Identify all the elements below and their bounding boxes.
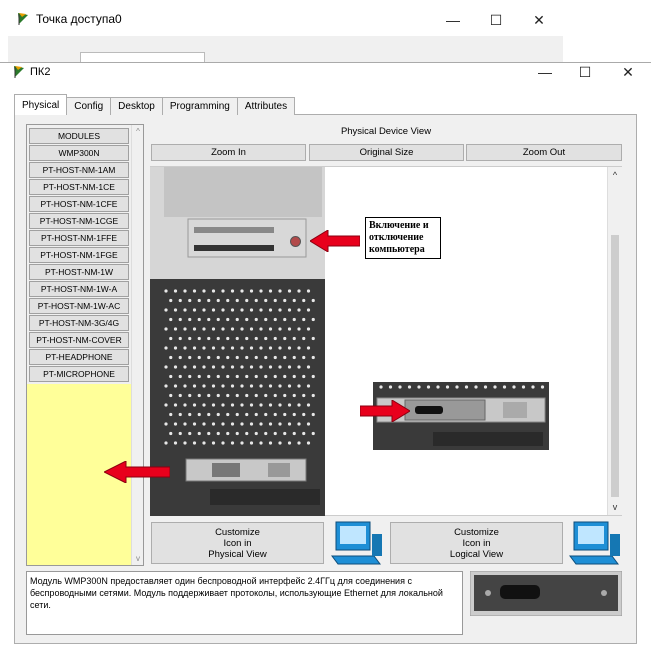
module-description: Модуль WMP300N предоставляет один беспро… — [26, 571, 463, 635]
minimize-button[interactable]: — — [535, 64, 555, 80]
module-item[interactable]: PT-HOST-NM-1CGE — [29, 213, 129, 229]
customize-physical-line: Customize — [215, 527, 260, 538]
window-title-bar: ПК2 — [12, 65, 50, 79]
back-window-tab — [80, 52, 205, 62]
scroll-up-icon[interactable]: ^ — [608, 170, 622, 180]
power-arrow — [310, 230, 360, 252]
modules-items: MODULES WMP300N PT-HOST-NM-1AM PT-HOST-N… — [27, 125, 131, 384]
customize-logical-button[interactable]: Customize Icon in Logical View — [390, 522, 563, 564]
tab-attributes[interactable]: Attributes — [236, 97, 296, 115]
module-item[interactable]: PT-HEADPHONE — [29, 349, 129, 365]
module-item[interactable]: PT-HOST-NM-1W-AC — [29, 298, 129, 314]
packet-tracer-icon — [12, 65, 26, 79]
tab-physical[interactable]: Physical — [14, 94, 68, 115]
modules-list: MODULES WMP300N PT-HOST-NM-1AM PT-HOST-N… — [26, 124, 144, 566]
module-item[interactable]: PT-HOST-NM-1FFE — [29, 230, 129, 246]
device-view-scrollbar[interactable]: ^ v — [607, 167, 622, 515]
scroll-up-icon[interactable]: ^ — [132, 127, 143, 136]
maximize-button[interactable]: ☐ — [575, 64, 595, 80]
scroll-down-icon[interactable]: v — [132, 554, 143, 563]
module-item[interactable]: PT-HOST-NM-1W-A — [29, 281, 129, 297]
module-item[interactable]: PT-HOST-NM-3G/4G — [29, 315, 129, 331]
pc-case-image — [150, 167, 325, 516]
customize-physical-button[interactable]: Customize Icon in Physical View — [151, 522, 324, 564]
back-window-title-bar: Точка доступа0 — [16, 12, 122, 26]
zoom-in-button[interactable]: Zoom In — [151, 144, 306, 161]
module-item[interactable]: PT-HOST-NM-1W — [29, 264, 129, 280]
back-window-title: Точка доступа0 — [36, 12, 122, 26]
pc-icon — [331, 521, 382, 565]
pc-icon — [569, 521, 620, 565]
module-item[interactable]: WMP300N — [29, 145, 129, 161]
module-item[interactable]: PT-HOST-NM-1CE — [29, 179, 129, 195]
tab-desktop[interactable]: Desktop — [110, 97, 163, 115]
module-item[interactable]: PT-HOST-NM-COVER — [29, 332, 129, 348]
original-size-button[interactable]: Original Size — [309, 144, 464, 161]
modules-scrollbar[interactable]: ^ v — [131, 125, 143, 565]
packet-tracer-icon — [16, 12, 30, 26]
module-item[interactable]: PT-HOST-NM-1FGE — [29, 247, 129, 263]
window-title: ПК2 — [30, 66, 51, 78]
tab-bar: Physical Config Desktop Programming Attr… — [14, 94, 296, 115]
module-item[interactable]: PT-HOST-NM-1AM — [29, 162, 129, 178]
zoom-out-button[interactable]: Zoom Out — [466, 144, 622, 161]
modules-arrow — [104, 461, 170, 483]
device-view-title: Physical Device View — [340, 126, 432, 137]
back-maximize-button[interactable]: ☐ — [486, 12, 506, 28]
customize-logical-line: Customize — [454, 527, 499, 538]
tab-config[interactable]: Config — [66, 97, 112, 115]
module-item[interactable]: PT-HOST-NM-1CFE — [29, 196, 129, 212]
tab-programming[interactable]: Programming — [161, 97, 238, 115]
back-minimize-button[interactable]: — — [443, 12, 463, 28]
customize-logical-line: Logical View — [449, 549, 504, 560]
module-item[interactable]: PT-MICROPHONE — [29, 366, 129, 382]
power-button[interactable] — [290, 236, 301, 247]
power-note: Включение и отключение компьютера — [365, 217, 441, 259]
customize-physical-line: Icon in — [223, 538, 252, 549]
modules-header: MODULES — [29, 128, 129, 144]
close-button[interactable]: ✕ — [618, 64, 638, 80]
module-arrow — [360, 400, 410, 422]
scroll-thumb[interactable] — [611, 235, 619, 497]
back-close-button[interactable]: ✕ — [529, 12, 549, 28]
customize-logical-line: Icon in — [462, 538, 491, 549]
scroll-down-icon[interactable]: v — [608, 502, 622, 512]
customize-physical-line: Physical View — [208, 549, 267, 560]
module-preview-image — [470, 571, 622, 616]
